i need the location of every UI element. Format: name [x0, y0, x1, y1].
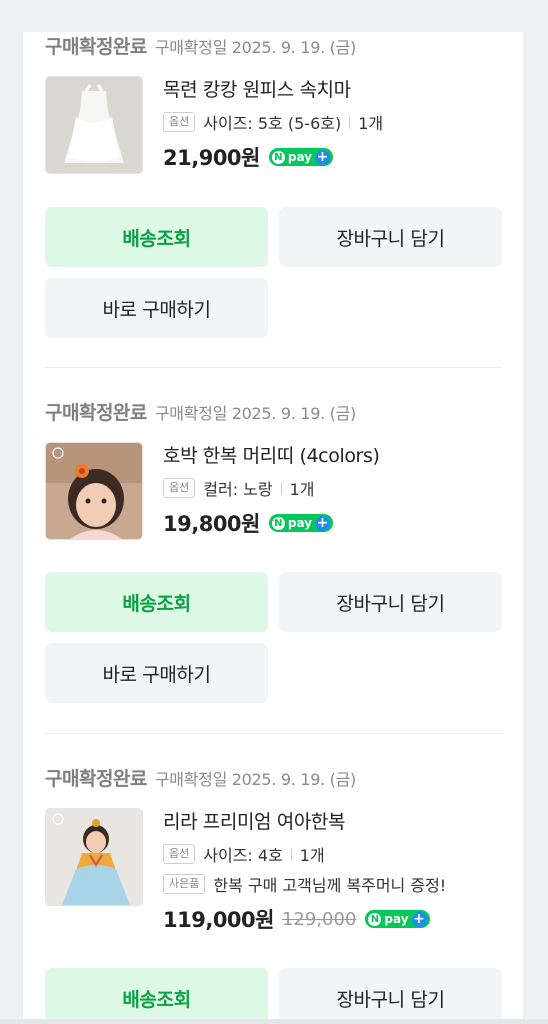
child-headband-photo [46, 443, 142, 539]
npay-badge: N pay + [268, 514, 333, 532]
price-row: 119,000원 129,000 N pay + [163, 904, 502, 934]
divider [290, 847, 292, 861]
tracking-button[interactable]: 배송조회 [45, 207, 268, 267]
naver-n-icon: N [368, 912, 382, 926]
option-value: 컬러: 노랑 [203, 480, 273, 499]
order-status: 구매확정완료 [45, 768, 147, 790]
naver-n-icon: N [271, 150, 285, 164]
option-row: 옵션 사이즈: 4호 1개 [163, 842, 502, 866]
product-name[interactable]: 목련 캉캉 원피스 속치마 [163, 76, 502, 104]
product-row[interactable]: 호박 한복 머리띠 (4colors) 옵션 컬러: 노랑 1개 19,800원… [45, 442, 502, 552]
quantity: 1개 [289, 480, 315, 499]
option-row: 옵션 사이즈: 5호 (5-6호) 1개 [163, 110, 502, 134]
petticoat-dress-image [46, 77, 142, 173]
price-row: 21,900원 N pay + [163, 142, 502, 172]
order-status-line: 구매확정완료 구매확정일 2025. 9. 19. (금) [45, 32, 502, 62]
order-status: 구매확정완료 [45, 36, 147, 58]
order-status-line: 구매확정완료 구매확정일 2025. 9. 19. (금) [45, 398, 502, 428]
option-tag: 옵션 [163, 112, 196, 132]
order-divider [45, 367, 502, 368]
tracking-button[interactable]: 배송조회 [45, 968, 268, 1024]
npay-badge: N pay + [268, 148, 333, 166]
option-value: 사이즈: 4호 [203, 846, 283, 865]
order-item: 구매확정완료 구매확정일 2025. 9. 19. (금) 목련 캉캉 원피스 … [45, 32, 502, 186]
product-thumbnail[interactable] [45, 442, 143, 540]
order-item: 구매확정완료 구매확정일 2025. 9. 19. (금) 리라 프리미엄 여아… [45, 764, 502, 948]
npay-badge: N pay + [365, 910, 430, 928]
price: 21,900원 [163, 146, 260, 170]
tracking-button[interactable]: 배송조회 [45, 572, 268, 632]
product-thumbnail[interactable] [45, 76, 143, 174]
price-row: 19,800원 N pay + [163, 508, 502, 538]
add-to-cart-button[interactable]: 장바구니 담기 [279, 572, 502, 632]
order-status-line: 구매확정완료 구매확정일 2025. 9. 19. (금) [45, 764, 502, 794]
add-to-cart-button[interactable]: 장바구니 담기 [279, 968, 502, 1024]
product-name[interactable]: 리라 프리미엄 여아한복 [163, 808, 502, 836]
confirm-date: 구매확정일 2025. 9. 19. (금) [154, 38, 356, 57]
gift-row: 사은품 한복 구매 고객님께 복주머니 증정! [163, 872, 502, 896]
gift-text: 한복 구매 고객님께 복주머니 증정! [213, 876, 447, 895]
option-value: 사이즈: 5호 (5-6호) [203, 114, 342, 133]
order-divider [45, 733, 502, 734]
plus-icon: + [315, 148, 330, 165]
order-list-card: 구매확정완료 구매확정일 2025. 9. 19. (금) 목련 캉캉 원피스 … [23, 32, 523, 1024]
divider [280, 481, 282, 495]
npay-label: pay [287, 150, 312, 164]
npay-label: pay [287, 516, 312, 530]
option-row: 옵션 컬러: 노랑 1개 [163, 476, 502, 500]
naver-n-icon: N [271, 516, 285, 530]
product-row[interactable]: 리라 프리미엄 여아한복 옵션 사이즈: 4호 1개 사은품 한복 구매 고객님… [45, 808, 502, 948]
original-price: 129,000 [281, 908, 357, 930]
npay-label: pay [384, 912, 409, 926]
add-to-cart-button[interactable]: 장바구니 담기 [279, 207, 502, 267]
quantity: 1개 [358, 114, 384, 133]
plus-icon: + [315, 514, 330, 531]
gift-tag: 사은품 [163, 874, 206, 894]
price: 119,000원 [163, 908, 274, 932]
bottom-edge-bar [0, 1019, 548, 1024]
confirm-date: 구매확정일 2025. 9. 19. (금) [154, 770, 356, 789]
order-item: 구매확정완료 구매확정일 2025. 9. 19. (금) 호박 한복 머리띠 … [45, 398, 502, 552]
confirm-date: 구매확정일 2025. 9. 19. (금) [154, 404, 356, 423]
product-name[interactable]: 호박 한복 머리띠 (4colors) [163, 442, 502, 470]
option-tag: 옵션 [163, 844, 196, 864]
quantity: 1개 [299, 846, 325, 865]
buy-now-button[interactable]: 바로 구매하기 [45, 643, 268, 703]
hanbok-photo [46, 809, 142, 905]
order-status: 구매확정완료 [45, 402, 147, 424]
buy-now-button[interactable]: 바로 구매하기 [45, 278, 268, 338]
plus-icon: + [411, 910, 427, 927]
price: 19,800원 [163, 512, 260, 536]
option-tag: 옵션 [163, 478, 196, 498]
product-thumbnail[interactable] [45, 808, 143, 906]
divider [349, 115, 351, 129]
product-row[interactable]: 목련 캉캉 원피스 속치마 옵션 사이즈: 5호 (5-6호) 1개 21,90… [45, 76, 502, 186]
